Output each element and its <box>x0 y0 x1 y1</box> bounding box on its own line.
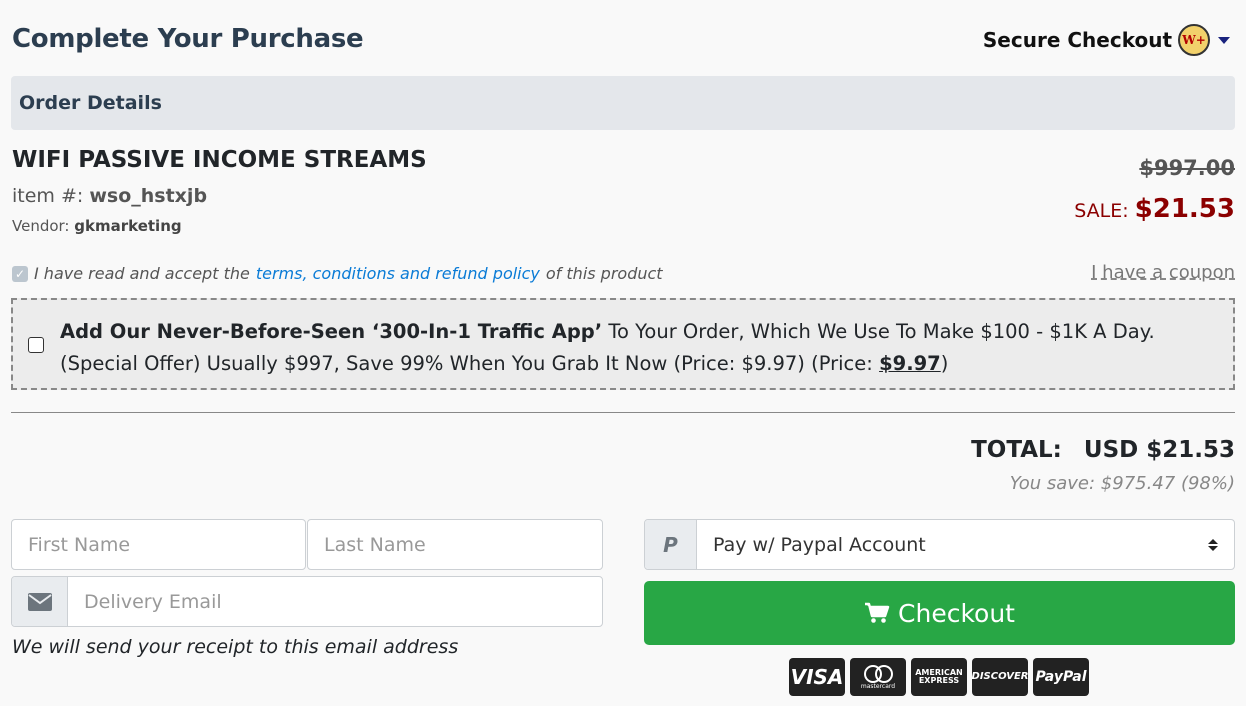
mastercard-card-icon: mastercard <box>850 658 906 696</box>
item-number: item #: wso_hstxjb <box>12 185 207 207</box>
terms-prefix: I have read and accept the <box>34 264 250 283</box>
sale-label: SALE: <box>1074 200 1129 222</box>
email-input[interactable]: Delivery Email <box>68 577 222 626</box>
checkout-button[interactable]: Checkout <box>644 581 1235 645</box>
vendor-name: gkmarketing <box>74 217 182 235</box>
special-offer-box: Add Our Never-Before-Seen ‘300-In-1 Traf… <box>11 298 1235 390</box>
page-title: Complete Your Purchase <box>12 24 364 54</box>
caret-down-icon <box>1218 36 1230 44</box>
secure-checkout-label: Secure Checkout <box>982 28 1172 52</box>
receipt-note: We will send your receipt to this email … <box>12 636 459 658</box>
offer-price: $9.97 <box>879 352 941 375</box>
envelope-icon <box>27 592 52 611</box>
offer-text: Add Our Never-Before-Seen ‘300-In-1 Traf… <box>60 316 1220 380</box>
terms-agreement: ✓ I have read and accept the terms, cond… <box>12 264 663 283</box>
divider <box>11 412 1235 413</box>
order-total: TOTAL: USD $21.53 <box>971 437 1235 463</box>
amex-card-icon: AMERICAN EXPRESS <box>911 658 967 696</box>
payment-select[interactable]: Pay w/ Paypal Account <box>697 520 1234 569</box>
secure-checkout-menu[interactable]: Secure Checkout W+ <box>983 24 1230 56</box>
visa-card-icon: VISA <box>789 658 845 696</box>
item-label: item #: <box>12 185 84 207</box>
order-details-header: Order Details <box>11 76 1235 130</box>
checkout-label: Checkout <box>898 598 1015 628</box>
cart-icon <box>865 602 890 623</box>
warrior-plus-logo-icon: W+ <box>1178 24 1210 56</box>
order-details-label: Order Details <box>19 92 162 114</box>
total-label: TOTAL: <box>971 437 1062 463</box>
offer-title: Add Our Never-Before-Seen ‘300-In-1 Traf… <box>60 320 603 343</box>
terms-suffix: of this product <box>545 264 663 283</box>
paypal-icon: P <box>645 520 697 569</box>
paypal-card-icon: PayPal <box>1033 658 1089 696</box>
discover-card-icon: DISCOVER <box>972 658 1029 696</box>
sale-price-row: SALE: $21.53 <box>1074 194 1235 224</box>
product-name: WIFI PASSIVE INCOME STREAMS <box>12 147 427 173</box>
original-price: $997.00 <box>1139 156 1235 180</box>
vendor-label: Vendor: <box>12 217 70 235</box>
select-arrows-icon <box>1208 538 1218 551</box>
payment-selected-value: Pay w/ Paypal Account <box>713 533 926 556</box>
terms-checkbox[interactable]: ✓ <box>12 265 28 282</box>
sale-price: $21.53 <box>1134 194 1235 224</box>
terms-link[interactable]: terms, conditions and refund policy <box>256 264 540 283</box>
offer-checkbox[interactable] <box>28 337 44 353</box>
offer-close: ) <box>940 352 949 375</box>
savings-text: You save: $975.47 (98%) <box>1009 473 1235 494</box>
vendor: Vendor: gkmarketing <box>12 217 182 235</box>
coupon-link[interactable]: I have a coupon <box>1091 262 1235 283</box>
item-id: wso_hstxjb <box>89 185 208 207</box>
payment-method-select[interactable]: P Pay w/ Paypal Account <box>644 519 1235 570</box>
first-name-input[interactable]: First Name <box>11 519 306 570</box>
email-addon <box>12 577 68 626</box>
total-value: USD $21.53 <box>1083 437 1235 463</box>
last-name-input[interactable]: Last Name <box>307 519 603 570</box>
email-field[interactable]: Delivery Email <box>11 576 603 627</box>
payment-cards: VISA mastercard AMERICAN EXPRESS DISCOVE… <box>789 658 1089 696</box>
